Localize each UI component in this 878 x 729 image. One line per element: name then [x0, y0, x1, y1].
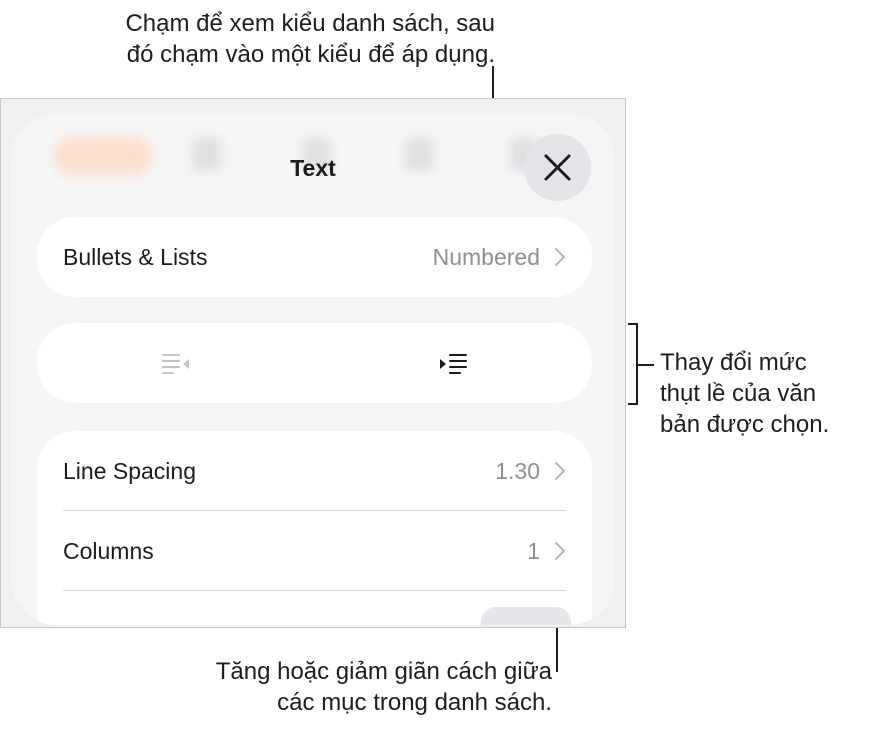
chevron-right-icon — [555, 248, 565, 266]
callout-line: Tăng hoặc giảm giãn cách giữa — [215, 658, 552, 685]
text-format-screenshot: Text Bullets & Lists Numbered Line Spaci… — [0, 98, 626, 628]
callout-line: đó chạm vào một kiểu để áp dụng. — [126, 41, 495, 68]
callout-line: bản được chọn. — [660, 411, 830, 438]
spacing-columns-card: Line Spacing 1.30 Columns 1 — [37, 431, 592, 625]
columns-row[interactable]: Columns 1 — [37, 511, 592, 591]
line-spacing-row[interactable]: Line Spacing 1.30 — [37, 431, 592, 511]
callout-line: Thay đổi mức — [660, 349, 807, 376]
increase-indent-button[interactable] — [315, 323, 593, 403]
text-format-sheet: Text Bullets & Lists Numbered Line Spaci… — [11, 113, 615, 625]
row-divider — [63, 590, 566, 591]
bullets-lists-row[interactable]: Bullets & Lists Numbered — [37, 217, 592, 297]
callout-bullets-lists: Chạm để xem kiểu danh sách, sau đó chạm … — [125, 8, 495, 70]
callout-line-spacing: Tăng hoặc giảm giãn cách giữa các mục tr… — [216, 656, 552, 718]
columns-label: Columns — [63, 537, 154, 564]
columns-value: 1 — [527, 537, 540, 564]
line-spacing-value: 1.30 — [495, 457, 540, 484]
leader-bracket-right-top — [628, 323, 638, 325]
decrease-indent-icon — [161, 354, 189, 374]
decrease-indent-button[interactable] — [37, 323, 315, 403]
partial-stepper — [481, 607, 571, 625]
callout-indent: Thay đổi mức thụt lề của văn bản được ch… — [660, 347, 829, 440]
line-spacing-label: Line Spacing — [63, 457, 196, 484]
close-button[interactable] — [524, 134, 591, 201]
chevron-right-icon — [555, 462, 565, 480]
callout-line: các mục trong danh sách. — [277, 689, 552, 716]
leader-bracket-right-bottom — [628, 403, 638, 405]
bullets-lists-label: Bullets & Lists — [63, 243, 208, 270]
indent-card — [37, 323, 592, 403]
leader-bracket-right-tick — [638, 364, 654, 366]
callout-line: thụt lề của văn — [660, 380, 817, 407]
increase-indent-icon — [440, 354, 468, 374]
bullets-lists-card: Bullets & Lists Numbered — [37, 217, 592, 297]
chevron-right-icon — [555, 542, 565, 560]
xmark-icon — [544, 154, 571, 181]
callout-line: Chạm để xem kiểu danh sách, sau — [125, 10, 495, 37]
bullets-lists-value: Numbered — [432, 243, 540, 270]
